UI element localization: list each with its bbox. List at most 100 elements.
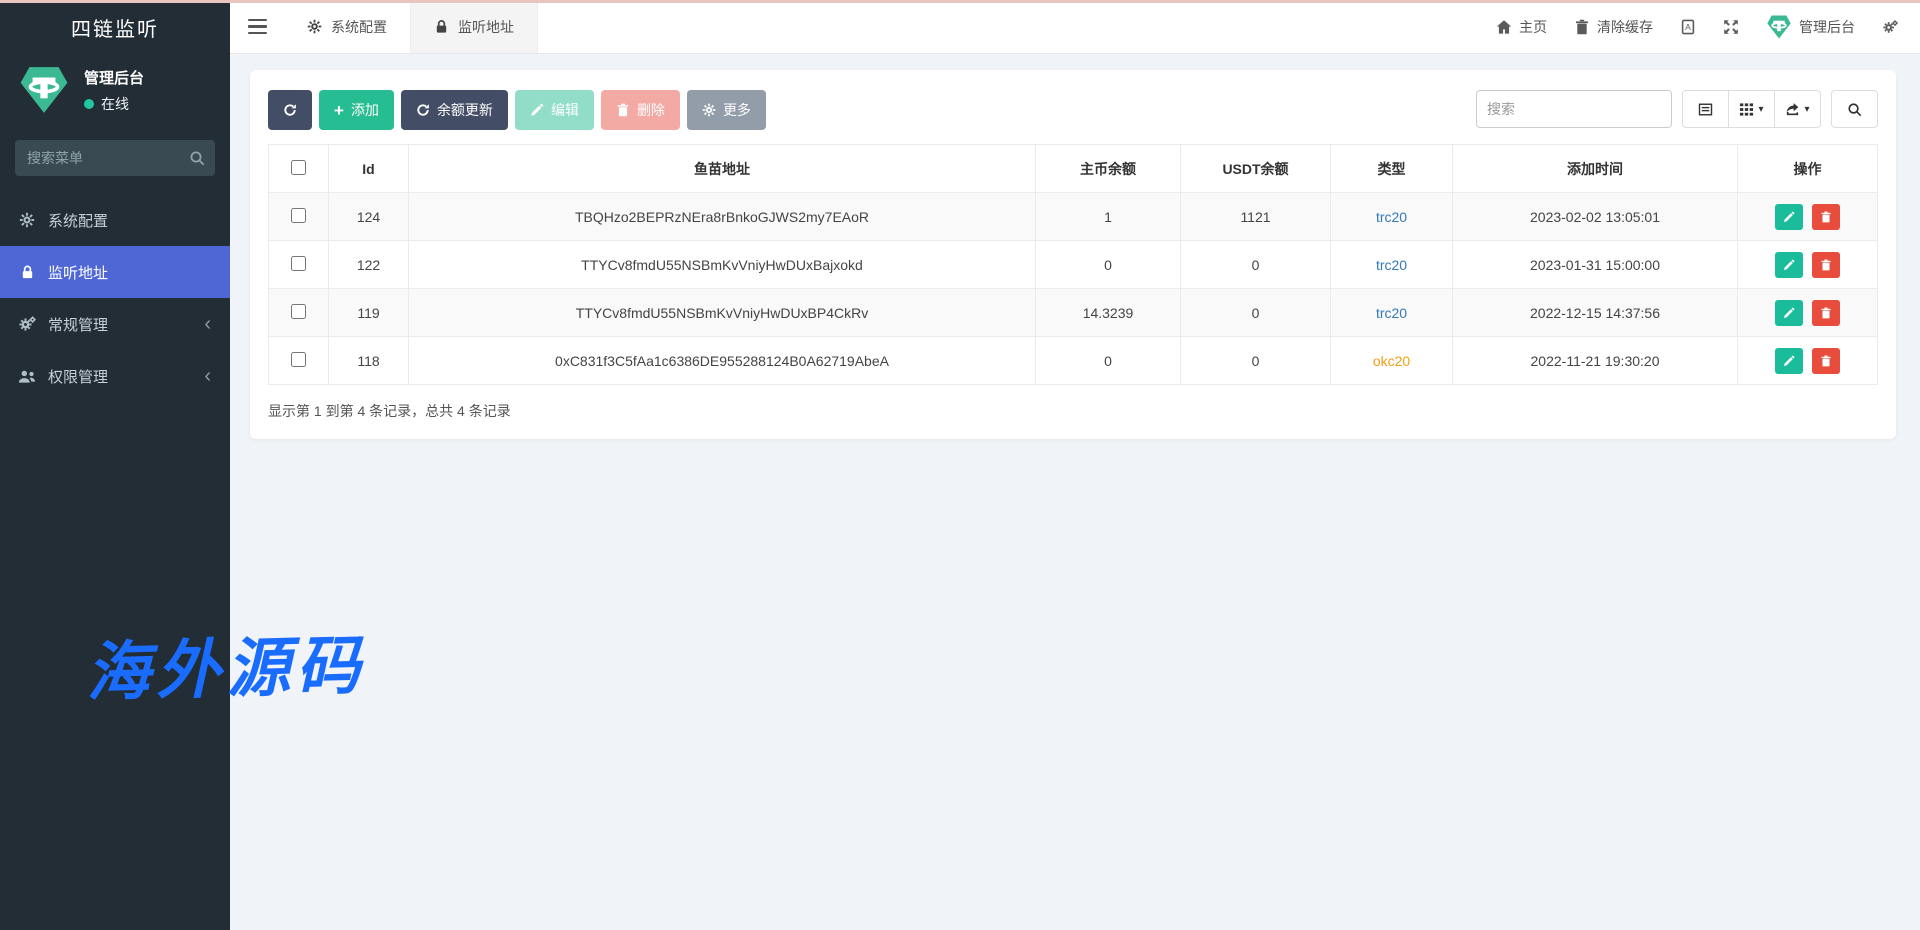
fullscreen-icon xyxy=(1723,19,1739,35)
trash-icon xyxy=(1574,19,1590,35)
tab-listen-address[interactable]: 监听地址 xyxy=(410,0,538,53)
table-search-input[interactable] xyxy=(1476,90,1672,128)
row-edit-button[interactable] xyxy=(1775,300,1803,326)
delete-button[interactable]: 删除 xyxy=(601,90,680,130)
row-id: 122 xyxy=(329,241,409,289)
row-address: 0xC831f3C5fAa1c6386DE955288124B0A62719Ab… xyxy=(409,337,1036,385)
tab-label: 监听地址 xyxy=(458,17,514,37)
tether-avatar xyxy=(1766,14,1792,40)
column-header-ops: 操作 xyxy=(1738,145,1878,193)
row-checkbox[interactable] xyxy=(291,256,306,271)
columns-button[interactable]: ▾ xyxy=(1728,90,1775,128)
tab-label: 系统配置 xyxy=(331,17,387,37)
balance-update-label: 余额更新 xyxy=(437,100,493,120)
user-status: 在线 xyxy=(84,94,144,114)
more-label: 更多 xyxy=(723,100,751,120)
table-row: 122 TTYCv8fmdU55NSBmKvVniyHwDUxBajxokd 0… xyxy=(269,241,1878,289)
trash-icon xyxy=(1820,307,1832,319)
balance-update-button[interactable]: 余额更新 xyxy=(401,90,508,130)
admin-dropdown[interactable]: 管理后台 xyxy=(1766,14,1855,40)
refresh-button[interactable] xyxy=(268,90,312,130)
row-edit-button[interactable] xyxy=(1775,204,1803,230)
row-checkbox[interactable] xyxy=(291,208,306,223)
add-label: 添加 xyxy=(351,100,379,120)
row-type-link[interactable]: trc20 xyxy=(1376,209,1407,225)
tether-avatar xyxy=(18,64,70,116)
chevron-left-icon: ‹ xyxy=(204,366,213,386)
sidebar-search xyxy=(15,140,215,176)
row-type-link[interactable]: trc20 xyxy=(1376,257,1407,273)
row-edit-button[interactable] xyxy=(1775,348,1803,374)
export-button[interactable]: ▾ xyxy=(1774,90,1821,128)
row-delete-button[interactable] xyxy=(1812,300,1840,326)
main-content: + 添加 余额更新 编辑 删除 更多 xyxy=(230,54,1920,930)
select-all-checkbox[interactable] xyxy=(291,160,306,175)
caret-down-icon: ▾ xyxy=(1804,104,1809,115)
column-header-time: 添加时间 xyxy=(1453,145,1738,193)
gear-icon xyxy=(307,19,322,34)
row-added-time: 2023-01-31 15:00:00 xyxy=(1453,241,1738,289)
sidebar-item-label: 常规管理 xyxy=(48,314,204,335)
sidebar-item-system-config[interactable]: 系统配置 xyxy=(0,194,230,246)
search-toggle-button[interactable] xyxy=(1831,90,1878,128)
row-usdt-balance: 0 xyxy=(1181,241,1331,289)
refresh-icon xyxy=(283,103,297,117)
table-row: 118 0xC831f3C5fAa1c6386DE955288124B0A627… xyxy=(269,337,1878,385)
row-delete-button[interactable] xyxy=(1812,348,1840,374)
sidebar-item-label: 监听地址 xyxy=(48,262,213,283)
row-checkbox[interactable] xyxy=(291,352,306,367)
sidebar-item-permission-mgmt[interactable]: 权限管理 ‹ xyxy=(0,350,230,402)
lock-icon xyxy=(434,19,449,34)
list-view-icon xyxy=(1698,102,1713,117)
address-table: Id 鱼苗地址 主币余额 USDT余额 类型 添加时间 操作 124 TBQHz… xyxy=(268,144,1878,385)
gears-icon xyxy=(1882,19,1898,35)
row-address: TTYCv8fmdU55NSBmKvVniyHwDUxBajxokd xyxy=(409,241,1036,289)
user-panel: 管理后台 在线 xyxy=(0,54,230,132)
row-id: 119 xyxy=(329,289,409,337)
table-card: + 添加 余额更新 编辑 删除 更多 xyxy=(250,70,1896,439)
pencil-icon xyxy=(1783,211,1795,223)
lock-icon xyxy=(17,263,37,281)
pencil-icon xyxy=(1783,355,1795,367)
user-name: 管理后台 xyxy=(84,67,144,88)
users-icon xyxy=(17,367,37,385)
table-body: 124 TBQHzo2BEPRzNEra8rBnkoGJWS2my7EAoR 1… xyxy=(269,193,1878,385)
home-link[interactable]: 主页 xyxy=(1496,17,1547,37)
sidebar-item-general-mgmt[interactable]: 常规管理 ‹ xyxy=(0,298,230,350)
sidebar-item-label: 系统配置 xyxy=(48,210,213,231)
brand-title: 四链监听 xyxy=(0,0,230,54)
more-button[interactable]: 更多 xyxy=(687,90,766,130)
row-type-link[interactable]: okc20 xyxy=(1373,353,1410,369)
language-switch[interactable] xyxy=(1680,19,1696,35)
row-added-time: 2023-02-02 13:05:01 xyxy=(1453,193,1738,241)
table-view-buttons: ▾ ▾ xyxy=(1682,90,1821,128)
fullscreen-toggle[interactable] xyxy=(1723,19,1739,35)
detail-view-button[interactable] xyxy=(1682,90,1729,128)
add-button[interactable]: + 添加 xyxy=(319,90,394,130)
column-header-type: 类型 xyxy=(1331,145,1453,193)
sidebar-item-listen-address[interactable]: 监听地址 xyxy=(0,246,230,298)
home-label: 主页 xyxy=(1519,17,1547,37)
row-delete-button[interactable] xyxy=(1812,204,1840,230)
hamburger-menu-icon[interactable] xyxy=(230,0,284,53)
row-id: 124 xyxy=(329,193,409,241)
gear-icon xyxy=(17,211,37,229)
delete-label: 删除 xyxy=(637,100,665,120)
edit-button[interactable]: 编辑 xyxy=(515,90,594,130)
sidebar-menu: 系统配置 监听地址 常规管理 ‹ 权限管理 ‹ xyxy=(0,194,230,402)
row-checkbox[interactable] xyxy=(291,304,306,319)
chevron-left-icon: ‹ xyxy=(204,314,213,334)
caret-down-icon: ▾ xyxy=(1758,104,1763,115)
row-delete-button[interactable] xyxy=(1812,252,1840,278)
topbar: 系统配置 监听地址 主页 清除缓存 管理后台 xyxy=(230,0,1920,54)
topbar-right: 主页 清除缓存 管理后台 xyxy=(1496,0,1920,53)
loading-strip xyxy=(0,0,1920,3)
clear-cache-link[interactable]: 清除缓存 xyxy=(1574,17,1653,37)
row-type-link[interactable]: trc20 xyxy=(1376,305,1407,321)
row-edit-button[interactable] xyxy=(1775,252,1803,278)
row-usdt-balance: 1121 xyxy=(1181,193,1331,241)
column-header-usdt: USDT余额 xyxy=(1181,145,1331,193)
settings-menu[interactable] xyxy=(1882,19,1898,35)
tab-system-config[interactable]: 系统配置 xyxy=(284,0,410,53)
sidebar-search-input[interactable] xyxy=(15,140,215,176)
